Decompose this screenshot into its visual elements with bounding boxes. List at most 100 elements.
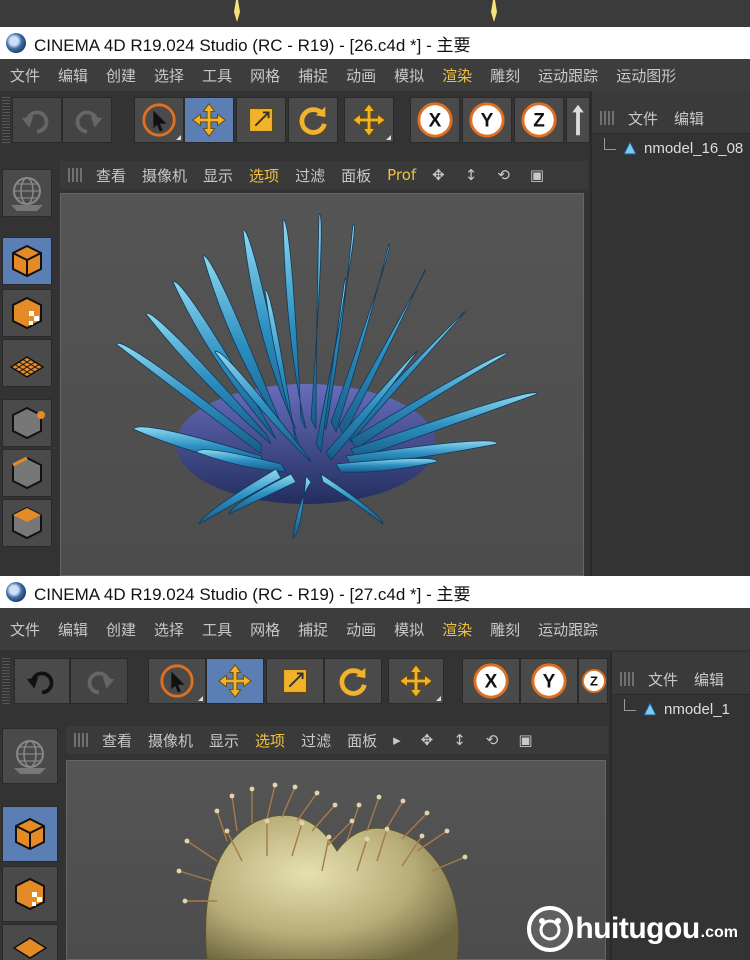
menu-animate[interactable]: 动画 — [346, 65, 376, 86]
menu-file[interactable]: 文件 — [10, 65, 40, 86]
model-mode-button[interactable] — [2, 237, 52, 285]
om-menu-file[interactable]: 文件 — [648, 669, 678, 690]
menu-create[interactable]: 创建 — [106, 619, 136, 640]
y-axis-lock-button[interactable]: Y — [520, 658, 578, 704]
toolbar-grip[interactable] — [2, 97, 10, 143]
om-menu-file[interactable]: 文件 — [628, 108, 658, 129]
svg-text:X: X — [429, 111, 442, 132]
model-mode-button[interactable] — [2, 806, 58, 862]
maximize-icon[interactable]: ▣ — [530, 166, 544, 184]
undo-button[interactable] — [12, 97, 62, 143]
x-axis-lock-button[interactable]: X — [462, 658, 520, 704]
z-axis-lock-button[interactable]: Z — [578, 658, 608, 704]
points-mode-button[interactable] — [2, 399, 52, 447]
y-axis-icon: Y — [531, 663, 567, 699]
menu-motion-tracking[interactable]: 运动跟踪 — [538, 619, 598, 640]
more-arrow-icon[interactable]: ▸ — [393, 731, 401, 749]
3d-viewport[interactable] — [66, 760, 606, 960]
workplane-button[interactable] — [2, 728, 58, 784]
3d-viewport[interactable] — [60, 193, 584, 576]
menu-snap[interactable]: 捕捉 — [298, 65, 328, 86]
panel-grip[interactable] — [600, 111, 616, 125]
om-menu-edit[interactable]: 编辑 — [694, 669, 724, 690]
viewport-menu-filter[interactable]: 过滤 — [301, 730, 331, 751]
viewport-menu-display[interactable]: 显示 — [209, 730, 239, 751]
rotate-tool-button[interactable] — [324, 658, 382, 704]
menu-file[interactable]: 文件 — [10, 619, 40, 640]
viewport-menu-cameras[interactable]: 摄像机 — [142, 165, 187, 186]
dolly-icon[interactable]: ↕ — [453, 731, 466, 749]
menu-motion-tracking[interactable]: 运动跟踪 — [538, 65, 598, 86]
object-list-item[interactable]: nmodel_16_08 — [592, 134, 750, 162]
coordinate-system-button[interactable] — [566, 97, 590, 143]
viewport-nav-icons: ✥ ↕ ⟲ ▣ — [432, 166, 560, 184]
rotate-icon — [299, 106, 327, 135]
y-axis-lock-button[interactable]: Y — [462, 97, 512, 143]
live-selection-button[interactable] — [148, 658, 206, 704]
viewport-menu-view[interactable]: 查看 — [96, 165, 126, 186]
menu-animate[interactable]: 动画 — [346, 619, 376, 640]
redo-button[interactable] — [62, 97, 112, 143]
menu-select[interactable]: 选择 — [154, 65, 184, 86]
scale-tool-button[interactable] — [266, 658, 324, 704]
cinema4d-logo-icon — [6, 33, 26, 53]
viewport-menu-prorender[interactable]: Prof — [387, 166, 416, 184]
panel-grip[interactable] — [74, 733, 90, 747]
scale-tool-button[interactable] — [236, 97, 286, 143]
workplane-grid-button[interactable] — [2, 924, 58, 960]
viewport-menu-options[interactable]: 选项 — [255, 730, 285, 751]
pan-icon[interactable]: ✥ — [432, 166, 445, 184]
menu-edit[interactable]: 编辑 — [58, 65, 88, 86]
viewport-menu-panel[interactable]: 面板 — [347, 730, 377, 751]
edges-mode-button[interactable] — [2, 449, 52, 497]
viewport-menu-view[interactable]: 查看 — [102, 730, 132, 751]
dolly-icon[interactable]: ↕ — [465, 166, 478, 184]
viewport-menu-display[interactable]: 显示 — [203, 165, 233, 186]
object-list-item[interactable]: nmodel_1 — [612, 695, 750, 723]
menu-sculpt[interactable]: 雕刻 — [490, 65, 520, 86]
tree-branch — [604, 138, 616, 150]
menu-simulate[interactable]: 模拟 — [394, 65, 424, 86]
menu-tools[interactable]: 工具 — [202, 619, 232, 640]
undo-icon — [26, 671, 54, 695]
rotate-tool-button[interactable] — [288, 97, 338, 143]
menu-select[interactable]: 选择 — [154, 619, 184, 640]
move-tool-button[interactable] — [206, 658, 264, 704]
pan-icon[interactable]: ✥ — [421, 731, 434, 749]
move-tool-button[interactable] — [184, 97, 234, 143]
orbit-icon[interactable]: ⟲ — [486, 731, 499, 749]
z-axis-lock-button[interactable]: Z — [514, 97, 564, 143]
menu-render[interactable]: 渲染 — [442, 65, 472, 86]
workplane-button[interactable] — [2, 169, 52, 217]
panel-grip[interactable] — [620, 672, 636, 686]
recent-tool-button[interactable] — [344, 97, 394, 143]
menu-mesh[interactable]: 网格 — [250, 619, 280, 640]
om-menu-edit[interactable]: 编辑 — [674, 108, 704, 129]
menu-render[interactable]: 渲染 — [442, 619, 472, 640]
menu-tools[interactable]: 工具 — [202, 65, 232, 86]
polygons-mode-button[interactable] — [2, 499, 52, 547]
x-axis-lock-button[interactable]: X — [410, 97, 460, 143]
maximize-icon[interactable]: ▣ — [518, 731, 532, 749]
viewport-menu-panel[interactable]: 面板 — [341, 165, 371, 186]
toolbar-grip[interactable] — [2, 658, 10, 704]
viewport-menu-filter[interactable]: 过滤 — [295, 165, 325, 186]
menu-snap[interactable]: 捕捉 — [298, 619, 328, 640]
texture-mode-button[interactable] — [2, 289, 52, 337]
live-selection-button[interactable] — [134, 97, 184, 143]
viewport-menu-cameras[interactable]: 摄像机 — [148, 730, 193, 751]
workplane-grid-button[interactable] — [2, 339, 52, 387]
recent-tool-button[interactable] — [388, 658, 444, 704]
menu-create[interactable]: 创建 — [106, 65, 136, 86]
menu-simulate[interactable]: 模拟 — [394, 619, 424, 640]
viewport-menu-options[interactable]: 选项 — [249, 165, 279, 186]
panel-grip[interactable] — [68, 168, 84, 182]
menu-edit[interactable]: 编辑 — [58, 619, 88, 640]
menu-mesh[interactable]: 网格 — [250, 65, 280, 86]
orbit-icon[interactable]: ⟲ — [497, 166, 510, 184]
texture-mode-button[interactable] — [2, 866, 58, 922]
undo-button[interactable] — [14, 658, 70, 704]
menu-mograph[interactable]: 运动图形 — [616, 65, 676, 86]
menu-sculpt[interactable]: 雕刻 — [490, 619, 520, 640]
redo-button[interactable] — [70, 658, 128, 704]
